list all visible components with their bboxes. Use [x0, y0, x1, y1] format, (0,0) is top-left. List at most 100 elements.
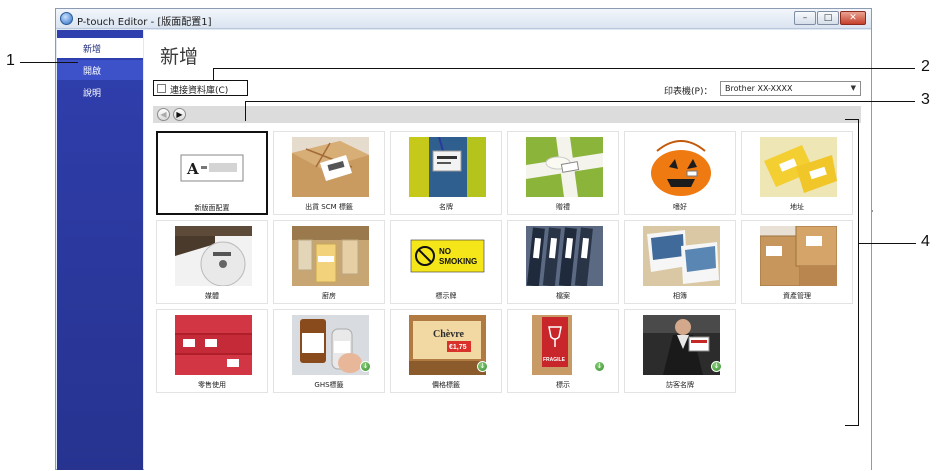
database-checkbox-group[interactable]: 連接資料庫(C) [153, 80, 248, 96]
template-tile-retail[interactable]: 零售使用 [156, 309, 268, 393]
kitchen-jars-image [292, 226, 369, 286]
file-folders-image [526, 226, 603, 286]
main-content: 新增 連接資料庫(C) 印表機(P)： Brother XX-XXXX ▼ ◀ … [144, 30, 871, 470]
template-tile-price[interactable]: Chèvre €1,75 ↓ 價格標籤 [390, 309, 502, 393]
gift-image [526, 137, 603, 197]
callout-4-bracket-top [845, 119, 859, 120]
new-layout-icon: A [176, 138, 253, 198]
printer-select[interactable]: Brother XX-XXXX ▼ [720, 81, 861, 96]
window-title: P-touch Editor - [版面配置1] [77, 17, 212, 28]
sidebar-item-help[interactable]: 說明 [57, 82, 143, 102]
callout-4-bracket [858, 119, 859, 426]
printer-select-value: Brother XX-XXXX [725, 84, 793, 93]
callout-1: 1 [6, 52, 15, 69]
sidebar-item-open[interactable]: 開啟 [57, 60, 143, 80]
parcel-image [292, 137, 369, 197]
template-label: 新版面配置 [194, 204, 230, 212]
callout-4: 4 [921, 233, 930, 250]
sidebar-item-label: 新增 [83, 45, 102, 55]
template-tile-new-layout[interactable]: A 新版面配置 [156, 131, 268, 215]
callout-2-leader [213, 68, 915, 69]
photo-album-image [643, 226, 720, 286]
back-button[interactable]: ◀ [157, 108, 170, 121]
chevron-down-icon: ▼ [850, 84, 856, 92]
template-tile-address[interactable]: 地址 [741, 131, 853, 215]
template-label: 檔案 [556, 292, 570, 300]
template-tile-marking[interactable]: FRAGILE ↓ 標示 [507, 309, 619, 393]
price-tag-text: Chèvre [433, 329, 464, 340]
forward-button[interactable]: ▶ [173, 108, 186, 121]
maximize-button[interactable]: □ [817, 11, 839, 25]
fragile-box-text: FRAGILE [543, 357, 566, 363]
template-label: 地址 [790, 203, 804, 211]
database-checkbox[interactable] [157, 84, 166, 93]
sidebar-item-label: 說明 [83, 89, 102, 99]
template-label: 廚房 [322, 292, 336, 300]
template-tile-sign[interactable]: NO SMOKING 標示牌 [390, 220, 502, 304]
sign-text-line-2: SMOKING [439, 257, 477, 266]
template-label: 出貨 SCM 標籤 [305, 203, 353, 211]
sidebar-item-new[interactable]: 新增 [57, 38, 143, 58]
template-tile-ghs[interactable]: ↓ GHS標籤 [273, 309, 385, 393]
template-label: 標示 [556, 381, 570, 389]
template-tile-shipping[interactable]: 出貨 SCM 標籤 [273, 131, 385, 215]
callout-3-leader-drop [245, 101, 246, 121]
template-tile-files[interactable]: 檔案 [507, 220, 619, 304]
sidebar: 新增 開啟 說明 [57, 30, 143, 470]
asset-boxes-image [760, 226, 837, 286]
template-tile-asset[interactable]: 資產管理 [741, 220, 853, 304]
template-tile-gift[interactable]: 贈禮 [507, 131, 619, 215]
callout-4-bracket-bottom [845, 425, 859, 426]
disc-media-image [175, 226, 252, 286]
download-icon: ↓ [594, 361, 605, 372]
callout-1-leader [20, 62, 78, 63]
template-label: 零售使用 [198, 381, 226, 389]
callout-3-leader [245, 101, 915, 102]
callout-2: 2 [921, 58, 930, 75]
template-label: 價格標籤 [432, 381, 460, 389]
template-label: 相簿 [673, 292, 687, 300]
callout-2-leader-drop [213, 68, 214, 80]
screenshot-stage: P-touch Editor - [版面配置1] – □ ✕ 新增 開啟 說明 … [0, 0, 937, 471]
address-labels-image [760, 137, 837, 197]
template-label: 媒體 [205, 292, 219, 300]
database-checkbox-label: 連接資料庫(C) [170, 86, 229, 96]
fragile-box-image: FRAGILE [526, 315, 603, 375]
window-controls: – □ ✕ [794, 11, 866, 25]
navigation-bar: ◀ ▶ [153, 106, 861, 123]
printer-label: 印表機(P)： [664, 87, 713, 97]
page-title: 新增 [160, 46, 199, 68]
callout-4-leader [858, 243, 916, 244]
scroll-marker [871, 210, 873, 212]
ghs-bottle-image [292, 315, 369, 375]
template-label: 資產管理 [783, 292, 811, 300]
template-label: 訪客名牌 [666, 381, 694, 389]
template-tile-kitchen[interactable]: 廚房 [273, 220, 385, 304]
app-icon [60, 12, 73, 25]
template-label: 贈禮 [556, 203, 570, 211]
template-label: GHS標籤 [314, 381, 344, 389]
template-tile-name-badge[interactable]: 名牌 [390, 131, 502, 215]
download-icon: ↓ [711, 361, 722, 372]
price-tag-price: €1,75 [449, 344, 467, 351]
download-icon: ↓ [477, 361, 488, 372]
template-label: 嗜好 [673, 203, 687, 211]
retail-shelf-image [175, 315, 252, 375]
app-window: P-touch Editor - [版面配置1] – □ ✕ 新增 開啟 說明 … [55, 8, 872, 470]
svg-text:A: A [186, 160, 199, 178]
template-label: 名牌 [439, 203, 453, 211]
download-icon: ↓ [360, 361, 371, 372]
template-tile-media[interactable]: 媒體 [156, 220, 268, 304]
price-tag-image: Chèvre €1,75 [409, 315, 486, 375]
minimize-button[interactable]: – [794, 11, 816, 25]
close-button[interactable]: ✕ [840, 11, 866, 25]
no-smoking-sign-image: NO SMOKING [409, 226, 486, 286]
pumpkin-image [643, 137, 720, 197]
template-tile-hobby[interactable]: 嗜好 [624, 131, 736, 215]
template-tile-visitor[interactable]: ↓ 訪客名牌 [624, 309, 736, 393]
sign-text-line-1: NO [439, 247, 451, 256]
visitor-badge-image [643, 315, 720, 375]
template-tile-album[interactable]: 相簿 [624, 220, 736, 304]
template-label: 標示牌 [435, 292, 457, 300]
callout-3: 3 [921, 91, 930, 108]
